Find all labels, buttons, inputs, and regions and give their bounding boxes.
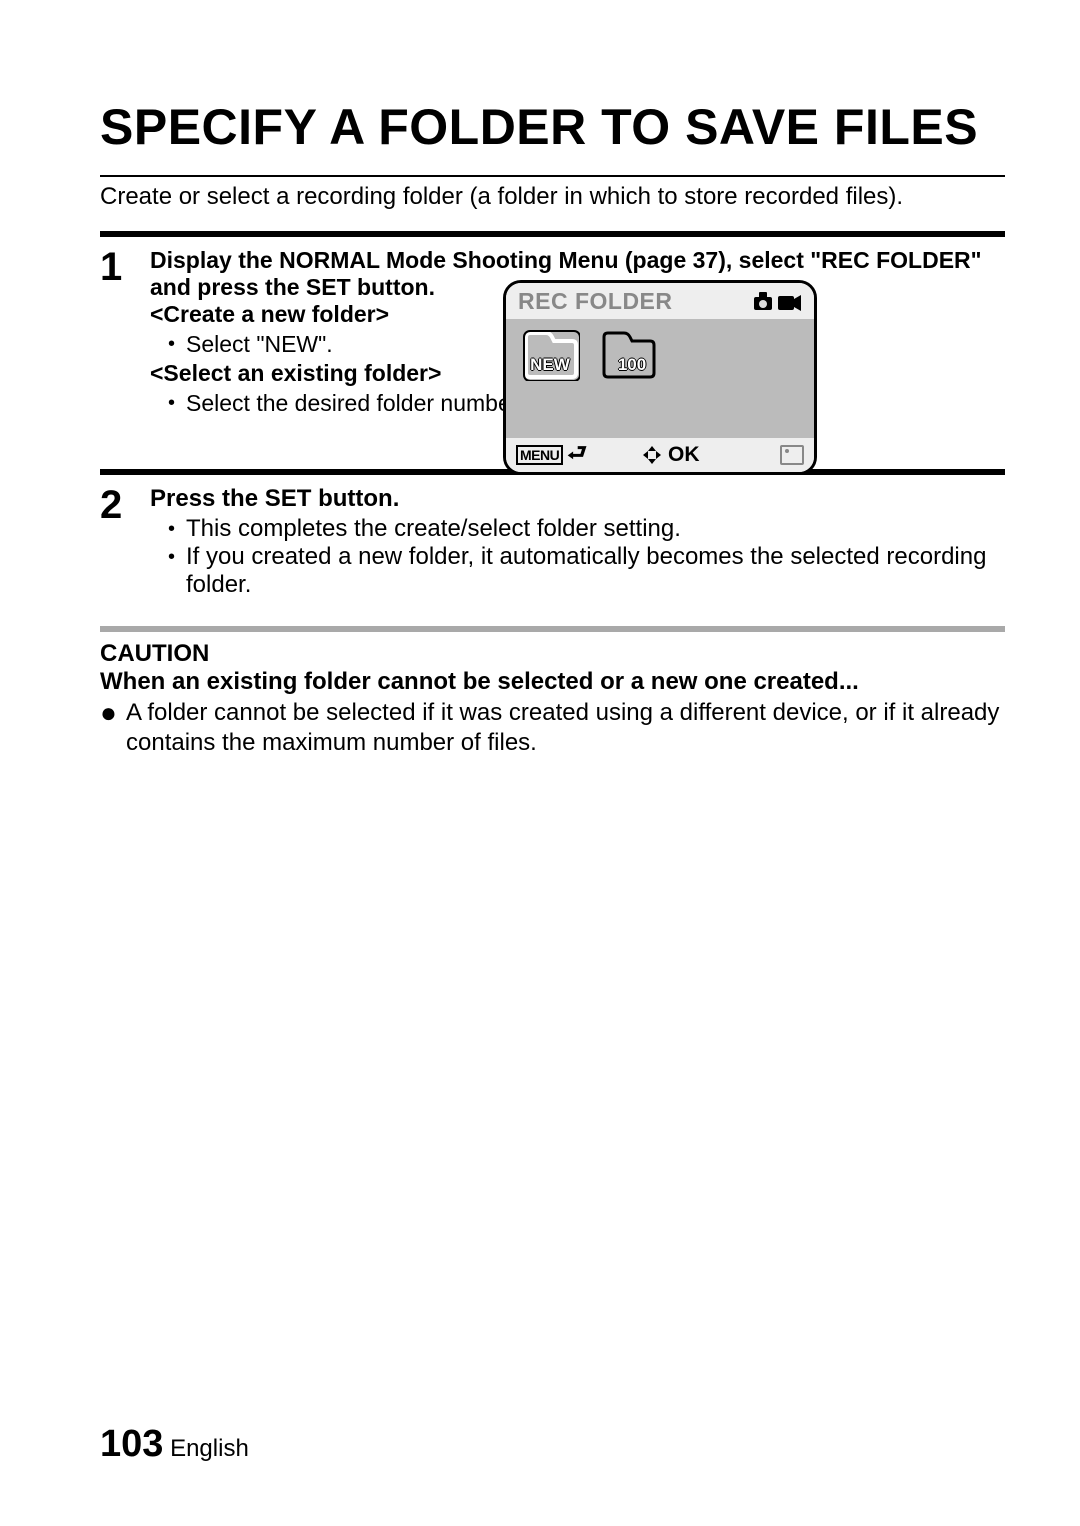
divider <box>100 175 1005 177</box>
folder-label: 100 <box>606 355 658 375</box>
lcd-screenshot: REC FOLDER <box>503 280 817 475</box>
lcd-title: REC FOLDER <box>518 288 673 315</box>
mode-icons <box>752 290 802 312</box>
bullet-icon: ● <box>100 698 126 728</box>
page-number: 103 <box>100 1423 163 1465</box>
return-icon: ⮐ <box>567 436 587 474</box>
lcd-header: REC FOLDER <box>506 283 814 319</box>
caution-block: CAUTION When an existing folder cannot b… <box>100 640 1005 758</box>
folder-label: NEW <box>520 355 580 375</box>
bullet-text: A folder cannot be selected if it was cr… <box>126 698 1005 758</box>
lcd-footer: MENU ⮐ OK <box>506 438 814 472</box>
folder-new: NEW <box>520 329 580 381</box>
step-2-body: Press the SET button. •This completes th… <box>150 485 1005 601</box>
bullet-text: This completes the create/select folder … <box>186 515 1005 543</box>
ok-group: OK <box>642 443 700 467</box>
caution-subtitle: When an existing folder cannot be select… <box>100 668 1005 696</box>
bullet-icon: • <box>168 330 186 358</box>
sd-card-icon <box>780 445 804 465</box>
bullet-icon: • <box>168 515 186 543</box>
page-title: SPECIFY A FOLDER TO SAVE FILES <box>100 100 1005 155</box>
lcd-screen: REC FOLDER <box>503 280 817 475</box>
step-number: 2 <box>100 485 150 525</box>
bullet-list: •This completes the create/select folder… <box>168 515 1005 599</box>
card-icon-wrap <box>780 445 804 465</box>
page-footer: 103 English <box>100 1423 249 1466</box>
page-language: English <box>170 1435 249 1462</box>
folder-100: 100 <box>598 329 658 381</box>
step-number: 1 <box>100 247 150 287</box>
bullet-list: ●A folder cannot be selected if it was c… <box>100 698 1005 758</box>
ok-label: OK <box>668 443 700 467</box>
bullet-text: If you created a new folder, it automati… <box>186 543 1005 599</box>
caution-title: CAUTION <box>100 640 1005 668</box>
manual-page: SPECIFY A FOLDER TO SAVE FILES Create or… <box>0 0 1080 1526</box>
step-2: 2 Press the SET button. •This completes … <box>100 485 1005 601</box>
step-2-head: Press the SET button. <box>150 485 399 512</box>
divider-gray <box>100 626 1005 632</box>
lcd-body: NEW 100 <box>506 319 814 438</box>
bullet-icon: • <box>168 389 186 417</box>
menu-label: MENU <box>516 445 563 465</box>
intro-text: Create or select a recording folder (a f… <box>100 183 1005 211</box>
bullet-icon: • <box>168 543 186 571</box>
divider <box>100 231 1005 237</box>
dpad-icon <box>642 445 662 465</box>
